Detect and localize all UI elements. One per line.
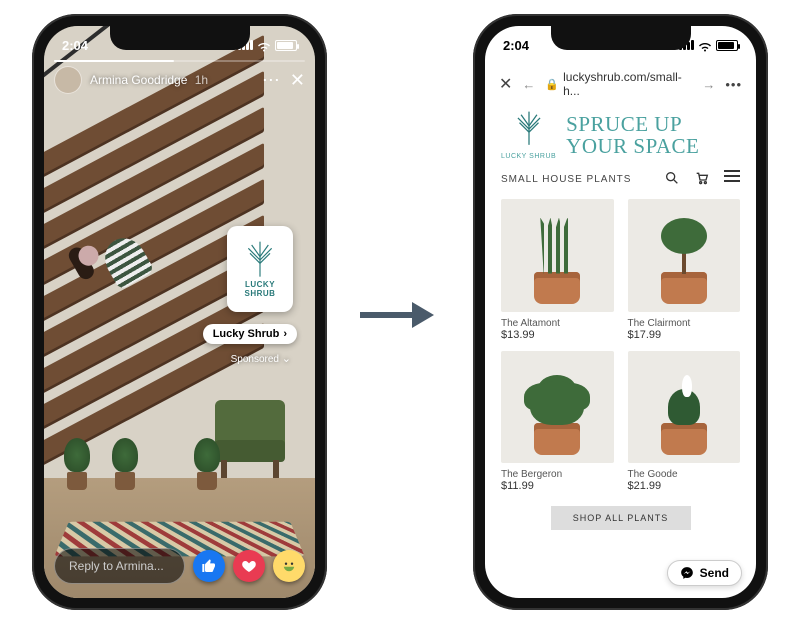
story-progress xyxy=(54,60,305,62)
hamburger-icon[interactable] xyxy=(724,170,740,189)
close-icon[interactable]: ✕ xyxy=(290,71,305,89)
product-name: The Goode xyxy=(628,469,741,480)
chevron-down-icon: ⌄ xyxy=(282,353,291,365)
cart-icon[interactable] xyxy=(694,170,710,189)
battery-icon xyxy=(275,40,297,51)
product-price: $21.99 xyxy=(628,480,741,492)
product-image xyxy=(501,351,614,464)
story-media[interactable] xyxy=(44,26,315,598)
brand-sub: LUCKY SHRUB xyxy=(501,153,556,160)
search-icon[interactable] xyxy=(664,170,680,189)
shop-all-button[interactable]: SHOP ALL PLANTS xyxy=(551,506,691,530)
product-image xyxy=(501,199,614,312)
forward-icon[interactable]: → xyxy=(702,77,715,92)
web-body: LUCKY SHRUB SPRUCE UP YOUR SPACE SMALL H… xyxy=(485,104,756,598)
phone-left: 2:04 Armina Goodridge 1h ⋯ ✕ xyxy=(32,14,327,610)
category-row: SMALL HOUSE PLANTS xyxy=(501,170,740,189)
flow-arrow-icon xyxy=(360,300,440,330)
browser-chrome: ✕ ← 🔒 luckyshrub.com/small-h... → ••• xyxy=(485,66,756,102)
battery-icon xyxy=(716,40,738,51)
product-name: The Bergeron xyxy=(501,469,614,480)
brand-sticker[interactable]: LUCKY SHRUB xyxy=(227,226,293,312)
brand-logo-icon xyxy=(243,240,277,280)
product-name: The Altamont xyxy=(501,318,614,329)
more-icon[interactable]: ••• xyxy=(725,77,742,92)
product-image xyxy=(628,351,741,464)
reply-input[interactable]: Reply to Armina... xyxy=(54,548,185,584)
wifi-icon xyxy=(698,40,712,50)
back-icon[interactable]: ← xyxy=(522,77,535,92)
web-screen: 2:04 ✕ ← 🔒 luckyshrub.com/small-h... → •… xyxy=(485,26,756,598)
product-price: $17.99 xyxy=(628,329,741,341)
clock: 2:04 xyxy=(503,38,529,53)
reaction-like-icon[interactable] xyxy=(193,550,225,582)
sponsored-label: Sponsored ⌄ xyxy=(231,352,291,365)
product-card[interactable]: The Goode $21.99 xyxy=(628,351,741,493)
product-image xyxy=(628,199,741,312)
phone-right: 2:04 ✕ ← 🔒 luckyshrub.com/small-h... → •… xyxy=(473,14,768,610)
product-price: $13.99 xyxy=(501,329,614,341)
messenger-icon xyxy=(680,566,694,580)
send-button[interactable]: Send xyxy=(667,560,742,586)
chevron-right-icon: › xyxy=(283,328,287,340)
page-title: SPRUCE UP YOUR SPACE xyxy=(566,113,699,157)
site-header: LUCKY SHRUB SPRUCE UP YOUR SPACE xyxy=(501,110,740,160)
avatar[interactable] xyxy=(54,66,82,94)
reaction-haha-icon[interactable] xyxy=(273,550,305,582)
lock-icon: 🔒 xyxy=(545,78,559,91)
url-display[interactable]: 🔒 luckyshrub.com/small-h... xyxy=(545,70,692,98)
story-footer: Reply to Armina... xyxy=(54,548,305,584)
brand-logo-icon xyxy=(513,110,545,148)
product-card[interactable]: The Altamont $13.99 xyxy=(501,199,614,341)
wifi-icon xyxy=(257,40,271,50)
notch xyxy=(551,26,691,50)
reaction-love-icon[interactable] xyxy=(233,550,265,582)
story-screen: 2:04 Armina Goodridge 1h ⋯ ✕ xyxy=(44,26,315,598)
category-label: SMALL HOUSE PLANTS xyxy=(501,174,631,185)
cta-label: Lucky Shrub xyxy=(213,328,280,340)
send-label: Send xyxy=(700,566,729,580)
clock: 2:04 xyxy=(62,38,88,53)
story-header: Armina Goodridge 1h ⋯ ✕ xyxy=(54,66,305,94)
notch xyxy=(110,26,250,50)
product-grid: The Altamont $13.99 The Clairmont $17.99… xyxy=(501,199,740,492)
product-card[interactable]: The Clairmont $17.99 xyxy=(628,199,741,341)
close-icon[interactable]: ✕ xyxy=(499,74,512,94)
product-name: The Clairmont xyxy=(628,318,741,329)
product-card[interactable]: The Bergeron $11.99 xyxy=(501,351,614,493)
poster-name[interactable]: Armina Goodridge 1h xyxy=(90,73,254,87)
more-icon[interactable]: ⋯ xyxy=(262,71,280,89)
brand-cta-pill[interactable]: Lucky Shrub › xyxy=(203,324,297,344)
product-price: $11.99 xyxy=(501,480,614,492)
